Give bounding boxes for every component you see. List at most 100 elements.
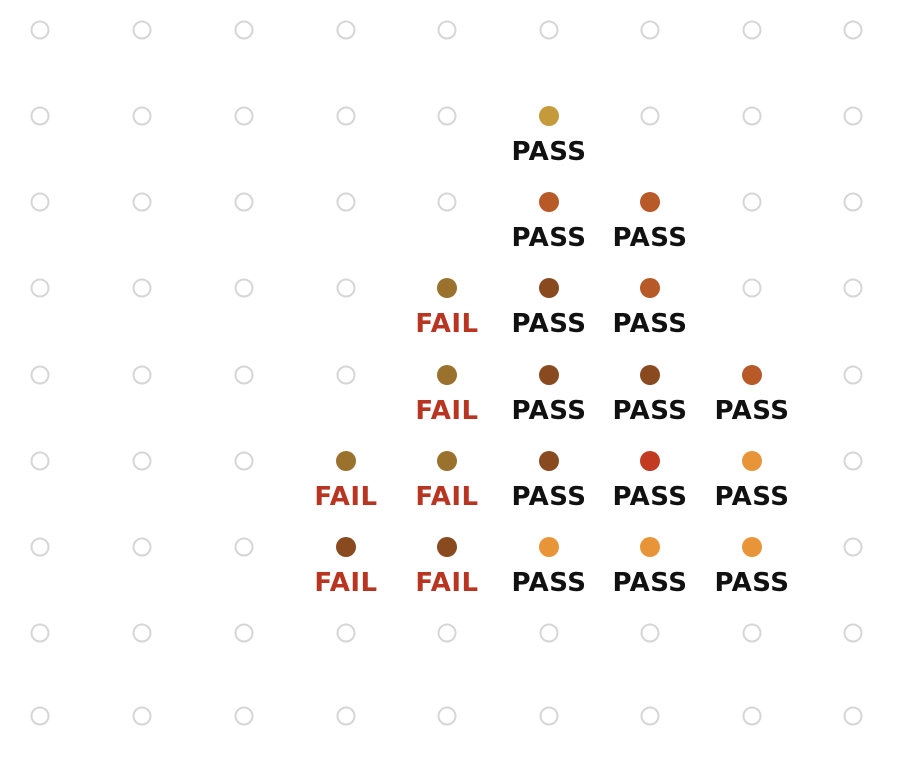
grid-dot (234, 365, 254, 385)
result-cell: PASS (511, 278, 586, 339)
result-cell: PASS (511, 365, 586, 426)
result-dot (742, 365, 762, 385)
result-dot (336, 451, 356, 471)
result-cell: PASS (714, 537, 789, 598)
grid-dot (843, 451, 863, 471)
grid-dot (336, 106, 356, 126)
grid-dot (336, 623, 356, 643)
fail-label: FAIL (415, 309, 478, 339)
pass-label: PASS (612, 568, 687, 598)
grid-dot (30, 706, 50, 726)
result-dot (640, 451, 660, 471)
grid-dot (132, 451, 152, 471)
grid-dot (742, 278, 762, 298)
result-cell: PASS (714, 365, 789, 426)
result-cell: PASS (511, 192, 586, 253)
grid-dot (234, 706, 254, 726)
result-cell: PASS (511, 451, 586, 512)
result-dot (640, 278, 660, 298)
fail-label: FAIL (415, 482, 478, 512)
pass-label: PASS (511, 568, 586, 598)
grid-dot (234, 278, 254, 298)
grid-dot (132, 365, 152, 385)
result-cell: FAIL (415, 537, 478, 598)
result-cell: FAIL (314, 451, 377, 512)
grid-dot (30, 278, 50, 298)
pass-label: PASS (714, 482, 789, 512)
grid-dot (437, 20, 457, 40)
pass-label: PASS (511, 396, 586, 426)
pass-label: PASS (511, 223, 586, 253)
grid-dot (437, 623, 457, 643)
result-dot (539, 278, 559, 298)
result-dot (437, 278, 457, 298)
grid-dot (30, 537, 50, 557)
result-dot (437, 365, 457, 385)
grid-dot (336, 192, 356, 212)
fail-label: FAIL (314, 482, 377, 512)
grid-dot (234, 451, 254, 471)
pass-label: PASS (511, 137, 586, 167)
grid-dot (30, 192, 50, 212)
result-cell: FAIL (314, 537, 377, 598)
grid-dot (132, 706, 152, 726)
result-cell: FAIL (415, 278, 478, 339)
result-dot (640, 365, 660, 385)
grid-dot (132, 192, 152, 212)
result-dot (742, 451, 762, 471)
pass-label: PASS (511, 309, 586, 339)
grid-dot (843, 106, 863, 126)
grid-dot (539, 20, 559, 40)
result-cell: PASS (612, 451, 687, 512)
pass-label: PASS (714, 568, 789, 598)
grid-dot (843, 278, 863, 298)
grid-dot (742, 706, 762, 726)
grid-dot (742, 192, 762, 212)
grid-dot (30, 20, 50, 40)
grid-dot (539, 623, 559, 643)
result-cell: PASS (714, 451, 789, 512)
pass-label: PASS (612, 223, 687, 253)
result-dot (539, 537, 559, 557)
grid-dot (336, 278, 356, 298)
grid-dot (742, 106, 762, 126)
result-cell: PASS (511, 537, 586, 598)
pass-label: PASS (511, 482, 586, 512)
result-cell: FAIL (415, 365, 478, 426)
grid-dot (132, 537, 152, 557)
grid-dot (30, 451, 50, 471)
grid-dot (437, 706, 457, 726)
result-dot (640, 537, 660, 557)
fail-label: FAIL (314, 568, 377, 598)
grid-dot (437, 106, 457, 126)
grid-dot (336, 365, 356, 385)
grid-dot (843, 537, 863, 557)
grid-dot (30, 623, 50, 643)
grid-dot (30, 365, 50, 385)
grid-dot (843, 20, 863, 40)
grid-dot (843, 623, 863, 643)
result-cell: PASS (612, 192, 687, 253)
grid-dot (132, 20, 152, 40)
grid-dot (234, 623, 254, 643)
grid-dot (843, 365, 863, 385)
result-dot (437, 537, 457, 557)
grid-dot (843, 192, 863, 212)
result-dot (539, 365, 559, 385)
result-dot (742, 537, 762, 557)
grid-dot (234, 192, 254, 212)
result-dot (640, 192, 660, 212)
grid-dot (30, 106, 50, 126)
pass-label: PASS (714, 396, 789, 426)
result-cell: PASS (612, 537, 687, 598)
grid-dot (640, 106, 660, 126)
grid-dot (234, 537, 254, 557)
result-dot (539, 106, 559, 126)
grid-dot (336, 706, 356, 726)
grid-dot (742, 20, 762, 40)
pass-fail-dot-grid: PASS PASS PASS FAIL PASS PASS FAIL PASS PASS PASS… (30, 20, 863, 726)
grid-dot (234, 106, 254, 126)
grid-dot (640, 623, 660, 643)
grid-dot (437, 192, 457, 212)
pass-label: PASS (612, 396, 687, 426)
